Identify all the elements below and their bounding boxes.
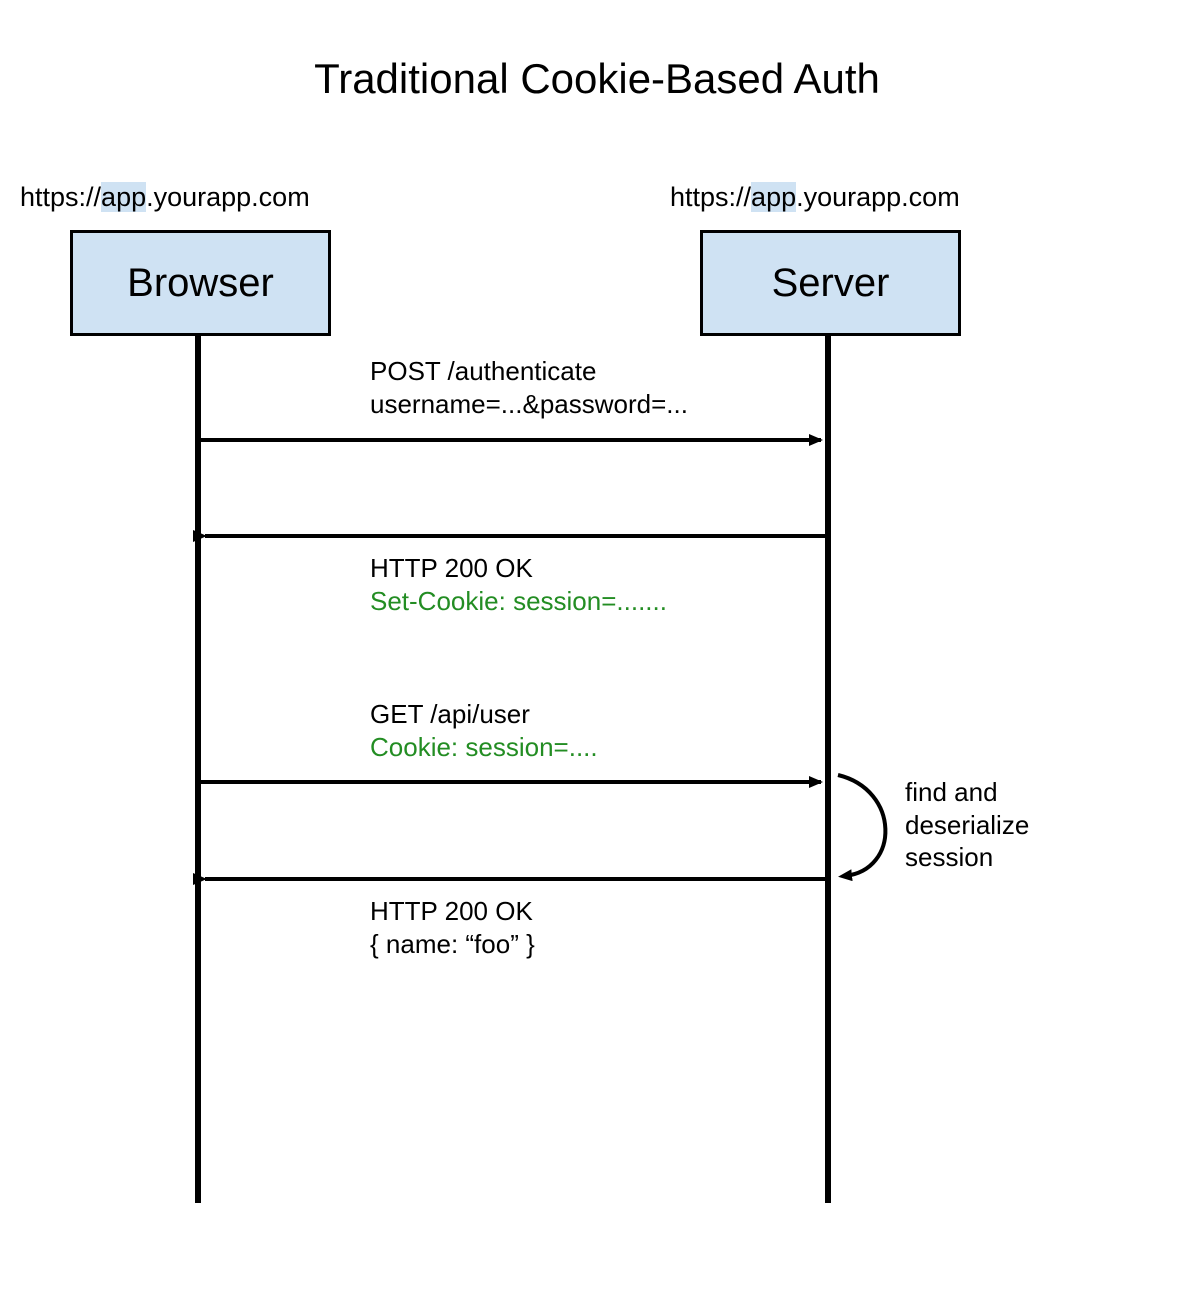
server-url-prefix: https:// [670, 182, 751, 212]
server-url-label: https://app.yourapp.com [670, 182, 960, 213]
msg1-line1: POST /authenticate [370, 355, 688, 388]
actor-browser-label: Browser [127, 261, 274, 306]
server-url-suffix: .yourapp.com [796, 182, 960, 212]
actor-server: Server [700, 230, 961, 336]
self-loop-note: find and deserialize session [905, 776, 1029, 874]
browser-url-prefix: https:// [20, 182, 101, 212]
self-loop-note-line2: deserialize [905, 809, 1029, 842]
msg4-line2: { name: “foo” } [370, 928, 535, 961]
msg1-line2: username=...&password=... [370, 388, 688, 421]
browser-url-label: https://app.yourapp.com [20, 182, 310, 213]
actor-server-label: Server [772, 261, 890, 306]
msg3-line1: GET /api/user [370, 698, 598, 731]
browser-lifeline [195, 333, 201, 1203]
self-loop-note-line1: find and [905, 776, 1029, 809]
msg2-line2: Set-Cookie: session=....... [370, 585, 667, 618]
msg3-label: GET /api/user Cookie: session=.... [370, 698, 598, 763]
browser-url-suffix: .yourapp.com [146, 182, 310, 212]
msg4-line1: HTTP 200 OK [370, 895, 535, 928]
browser-url-highlight: app [101, 182, 146, 212]
msg1-label: POST /authenticate username=...&password… [370, 355, 688, 420]
server-lifeline [825, 333, 831, 1203]
msg4-label: HTTP 200 OK { name: “foo” } [370, 895, 535, 960]
self-loop-arrow [838, 775, 885, 876]
msg2-label: HTTP 200 OK Set-Cookie: session=....... [370, 552, 667, 617]
diagram-title: Traditional Cookie-Based Auth [0, 55, 1194, 103]
sequence-diagram: Traditional Cookie-Based Auth https://ap… [0, 0, 1194, 1306]
server-url-highlight: app [751, 182, 796, 212]
self-loop-note-line3: session [905, 841, 1029, 874]
actor-browser: Browser [70, 230, 331, 336]
msg3-line2: Cookie: session=.... [370, 731, 598, 764]
msg2-line1: HTTP 200 OK [370, 552, 667, 585]
